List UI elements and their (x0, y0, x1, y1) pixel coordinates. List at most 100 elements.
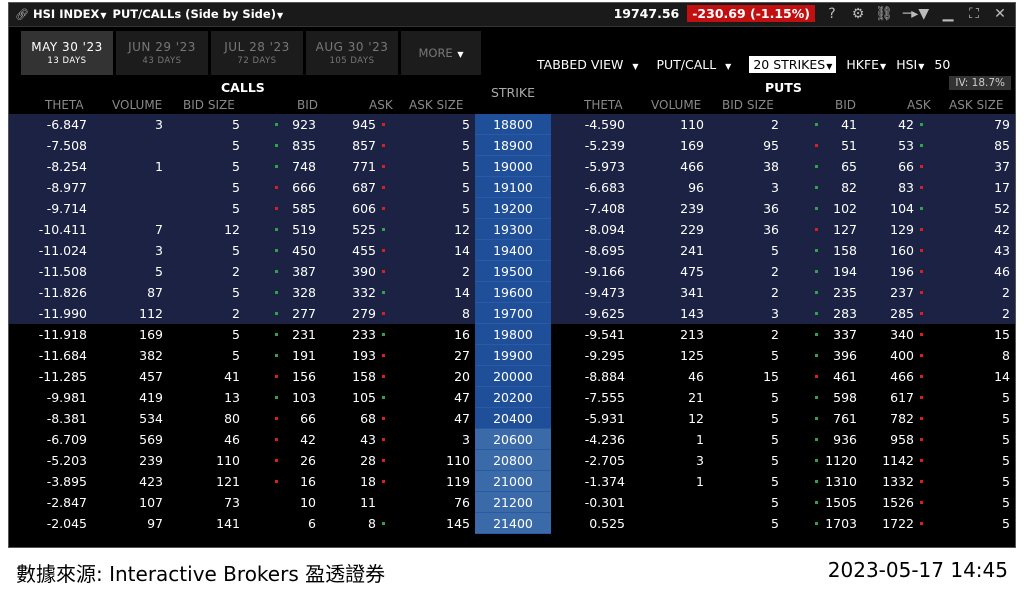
put-bid-size-cell[interactable]: 2 (771, 264, 779, 279)
put-volume-cell[interactable]: 110 (680, 117, 704, 132)
put-volume-cell[interactable]: 143 (680, 306, 704, 321)
minimize-icon[interactable]: ▁ (939, 6, 957, 22)
call-ask-size-cell[interactable]: 119 (446, 474, 470, 489)
pin-icon[interactable]: ─▸▼ (901, 6, 931, 22)
tab-more[interactable]: MORE ▼ (401, 31, 481, 75)
put-ask-size-cell[interactable]: 5 (1002, 474, 1010, 489)
call-bid-cell[interactable]: 748 (292, 159, 316, 174)
call-theta-cell[interactable]: -11.285 (39, 369, 87, 384)
call-volume-cell[interactable]: 419 (139, 390, 163, 405)
put-theta-cell[interactable]: -4.590 (585, 117, 625, 132)
call-ask-size-cell[interactable]: 3 (462, 432, 470, 447)
call-theta-cell[interactable]: -11.508 (39, 264, 87, 279)
put-ask-cell[interactable]: 53 (898, 138, 914, 153)
calls-ask-size-header[interactable]: ASK SIZE (409, 98, 463, 112)
call-ask-size-cell[interactable]: 16 (454, 327, 470, 342)
put-theta-cell[interactable]: -9.473 (585, 285, 625, 300)
call-bid-size-cell[interactable]: 5 (232, 117, 240, 132)
call-volume-cell[interactable]: 457 (139, 369, 163, 384)
call-bid-cell[interactable]: 26 (300, 453, 316, 468)
table-row[interactable]: -3.895 423 121 16 18 119 -1.374 1 5 1310 1332 5 2100… (9, 471, 1015, 492)
call-volume-cell[interactable]: 382 (139, 348, 163, 363)
put-volume-cell[interactable]: 213 (680, 327, 704, 342)
call-ask-cell[interactable]: 771 (352, 159, 376, 174)
call-ask-cell[interactable]: 8 (368, 516, 376, 531)
calls-bid-header[interactable]: BID (297, 98, 318, 112)
call-ask-size-cell[interactable]: 20 (454, 369, 470, 384)
call-bid-cell[interactable]: 666 (292, 180, 316, 195)
gear-icon[interactable]: ⚙ (849, 6, 867, 22)
call-bid-size-cell[interactable]: 5 (232, 327, 240, 342)
call-ask-cell[interactable]: 332 (352, 285, 376, 300)
put-bid-cell[interactable]: 1310 (825, 474, 857, 489)
put-bid-size-cell[interactable]: 5 (771, 432, 779, 447)
put-ask-size-cell[interactable]: 14 (994, 369, 1010, 384)
put-volume-cell[interactable]: 341 (680, 285, 704, 300)
call-bid-size-cell[interactable]: 73 (224, 495, 240, 510)
table-row[interactable]: -6.847 3 5 923 945 5 -4.590 110 2 41 42 79 18800 (9, 114, 1015, 135)
strike-cell[interactable]: 20000 (475, 366, 551, 387)
call-theta-cell[interactable]: -2.847 (47, 495, 87, 510)
call-theta-cell[interactable]: -8.254 (47, 159, 87, 174)
put-bid-size-cell[interactable]: 2 (771, 117, 779, 132)
tab-expiry-1[interactable]: MAY 30 '23 13 DAYS (21, 31, 113, 75)
put-ask-size-cell[interactable]: 5 (1002, 432, 1010, 447)
put-ask-cell[interactable]: 340 (890, 327, 914, 342)
call-bid-cell[interactable]: 387 (292, 264, 316, 279)
strike-cell[interactable]: 19600 (475, 282, 551, 303)
exchange-dropdown[interactable]: HKFE▼ (846, 57, 886, 72)
strike-cell[interactable]: 21200 (475, 492, 551, 513)
calls-bid-size-header[interactable]: BID SIZE (183, 98, 235, 112)
call-ask-size-cell[interactable]: 47 (454, 411, 470, 426)
call-theta-cell[interactable]: -11.024 (39, 243, 87, 258)
call-ask-cell[interactable]: 390 (352, 264, 376, 279)
call-ask-cell[interactable]: 279 (352, 306, 376, 321)
call-ask-cell[interactable]: 68 (360, 411, 376, 426)
calls-volume-header[interactable]: VOLUME (112, 98, 162, 112)
put-volume-cell[interactable]: 125 (680, 348, 704, 363)
call-volume-cell[interactable]: 534 (139, 411, 163, 426)
put-bid-size-cell[interactable]: 5 (771, 348, 779, 363)
call-bid-cell[interactable]: 156 (292, 369, 316, 384)
put-bid-cell[interactable]: 461 (833, 369, 857, 384)
put-bid-cell[interactable]: 396 (833, 348, 857, 363)
put-ask-size-cell[interactable]: 5 (1002, 516, 1010, 531)
call-bid-cell[interactable]: 191 (292, 348, 316, 363)
call-bid-size-cell[interactable]: 5 (232, 201, 240, 216)
put-ask-cell[interactable]: 196 (890, 264, 914, 279)
put-ask-size-cell[interactable]: 15 (994, 327, 1010, 342)
call-bid-cell[interactable]: 231 (292, 327, 316, 342)
call-bid-cell[interactable]: 10 (300, 495, 316, 510)
put-theta-cell[interactable]: -2.705 (585, 453, 625, 468)
strike-cell[interactable]: 19900 (475, 345, 551, 366)
put-ask-size-cell[interactable]: 52 (994, 201, 1010, 216)
call-bid-cell[interactable]: 450 (292, 243, 316, 258)
put-ask-cell[interactable]: 160 (890, 243, 914, 258)
call-bid-cell[interactable]: 6 (308, 516, 316, 531)
put-ask-size-cell[interactable]: 5 (1002, 411, 1010, 426)
call-bid-size-cell[interactable]: 5 (232, 243, 240, 258)
put-ask-cell[interactable]: 466 (890, 369, 914, 384)
call-ask-size-cell[interactable]: 5 (462, 159, 470, 174)
call-bid-size-cell[interactable]: 121 (216, 474, 240, 489)
put-volume-cell[interactable]: 1 (696, 432, 704, 447)
put-bid-size-cell[interactable]: 15 (763, 369, 779, 384)
strike-cell[interactable]: 20600 (475, 429, 551, 450)
close-icon[interactable]: ✕ (991, 6, 1009, 22)
call-volume-cell[interactable]: 112 (139, 306, 163, 321)
put-ask-size-cell[interactable]: 85 (994, 138, 1010, 153)
put-ask-cell[interactable]: 1526 (882, 495, 914, 510)
put-bid-size-cell[interactable]: 5 (771, 243, 779, 258)
tabbed-view-dropdown[interactable]: TABBED VIEW ▼ (537, 57, 638, 72)
put-theta-cell[interactable]: -8.695 (585, 243, 625, 258)
call-ask-cell[interactable]: 193 (352, 348, 376, 363)
put-bid-cell[interactable]: 235 (833, 285, 857, 300)
put-theta-cell[interactable]: -5.931 (585, 411, 625, 426)
table-row[interactable]: -8.381 534 80 66 68 47 -5.931 12 5 761 782 5 20400 (9, 408, 1015, 429)
table-row[interactable]: -8.977 5 666 687 5 -6.683 96 3 82 83 17 19100 (9, 177, 1015, 198)
call-bid-size-cell[interactable]: 13 (224, 390, 240, 405)
put-bid-cell[interactable]: 41 (841, 117, 857, 132)
call-volume-cell[interactable]: 7 (155, 222, 163, 237)
call-bid-size-cell[interactable]: 46 (224, 432, 240, 447)
strike-cell[interactable]: 18900 (475, 135, 551, 156)
